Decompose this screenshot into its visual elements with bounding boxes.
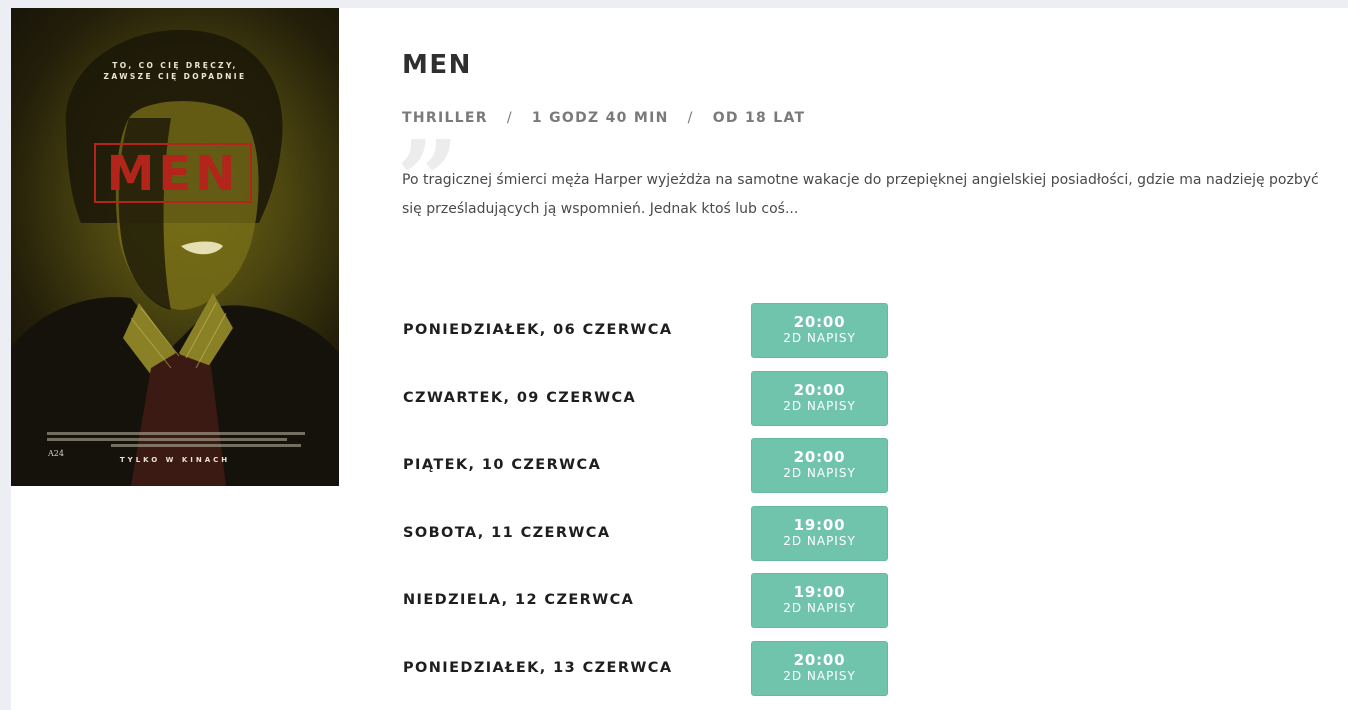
screening-day: NIEDZIELA, 12 CZERWCA [403,592,635,608]
movie-duration: 1 GODZ 40 MIN [531,110,669,126]
poster-tagline-line1: TO, CO CIĘ DRĘCZY, [112,61,238,70]
showtime-time: 20:00 [793,313,846,331]
screening-row: NIEDZIELA, 12 CZERWCA 19:00 2D NAPISY [402,573,902,628]
screening-day: PIĄTEK, 10 CZERWCA [403,457,602,473]
screening-row: PONIEDZIAŁEK, 13 CZERWCA 20:00 2D NAPISY [402,641,902,696]
poster-tagline-line2: ZAWSZE CIĘ DOPADNIE [103,72,247,81]
screening-day: CZWARTEK, 09 CZERWCA [403,390,637,406]
showtime-time: 20:00 [793,381,846,399]
left-page-gutter [0,8,11,710]
poster-credit-lines [47,432,305,447]
showtime-time: 20:00 [793,651,846,669]
screening-row: SOBOTA, 11 CZERWCA 19:00 2D NAPISY [402,506,902,561]
screening-day: PONIEDZIAŁEK, 06 CZERWCA [403,322,673,338]
screening-row: CZWARTEK, 09 CZERWCA 20:00 2D NAPISY [402,371,902,426]
showtime-format: 2D NAPISY [783,331,856,345]
showtime-format: 2D NAPISY [783,669,856,683]
poster-release-text: TYLKO W KINACH [119,456,231,464]
showtime-format: 2D NAPISY [783,399,856,413]
poster-logo: MEN [106,146,240,202]
showtime-button[interactable]: 20:00 2D NAPISY [751,303,888,358]
showtime-button[interactable]: 19:00 2D NAPISY [751,506,888,561]
showtime-button[interactable]: 20:00 2D NAPISY [751,371,888,426]
movie-age-rating: OD 18 LAT [712,110,806,126]
screening-row: PIĄTEK, 10 CZERWCA 20:00 2D NAPISY [402,438,902,493]
movie-poster: TO, CO CIĘ DRĘCZY, ZAWSZE CIĘ DOPADNIE M… [11,8,339,486]
showtime-button[interactable]: 20:00 2D NAPISY [751,641,888,696]
meta-separator: / [506,110,513,126]
showtime-time: 20:00 [793,448,846,466]
showtime-format: 2D NAPISY [783,601,856,615]
showtime-format: 2D NAPISY [783,534,856,548]
showtime-button[interactable]: 19:00 2D NAPISY [751,573,888,628]
movie-description: Po tragicznej śmierci męża Harper wyjeżd… [402,172,1319,217]
poster-tagline: TO, CO CIĘ DRĘCZY, ZAWSZE CIĘ DOPADNIE [11,60,339,82]
showtime-format: 2D NAPISY [783,466,856,480]
movie-meta: THRILLER/1 GODZ 40 MIN / OD 18 LAT [402,110,805,126]
showtime-button[interactable]: 20:00 2D NAPISY [751,438,888,493]
showtime-time: 19:00 [793,583,846,601]
screening-day: SOBOTA, 11 CZERWCA [403,525,611,541]
showtime-time: 19:00 [793,516,846,534]
screening-row: PONIEDZIAŁEK, 06 CZERWCA 20:00 2D NAPISY [402,303,902,358]
meta-separator: / [687,110,694,126]
screening-day: PONIEDZIAŁEK, 13 CZERWCA [403,660,673,676]
movie-title: MEN [402,50,472,80]
